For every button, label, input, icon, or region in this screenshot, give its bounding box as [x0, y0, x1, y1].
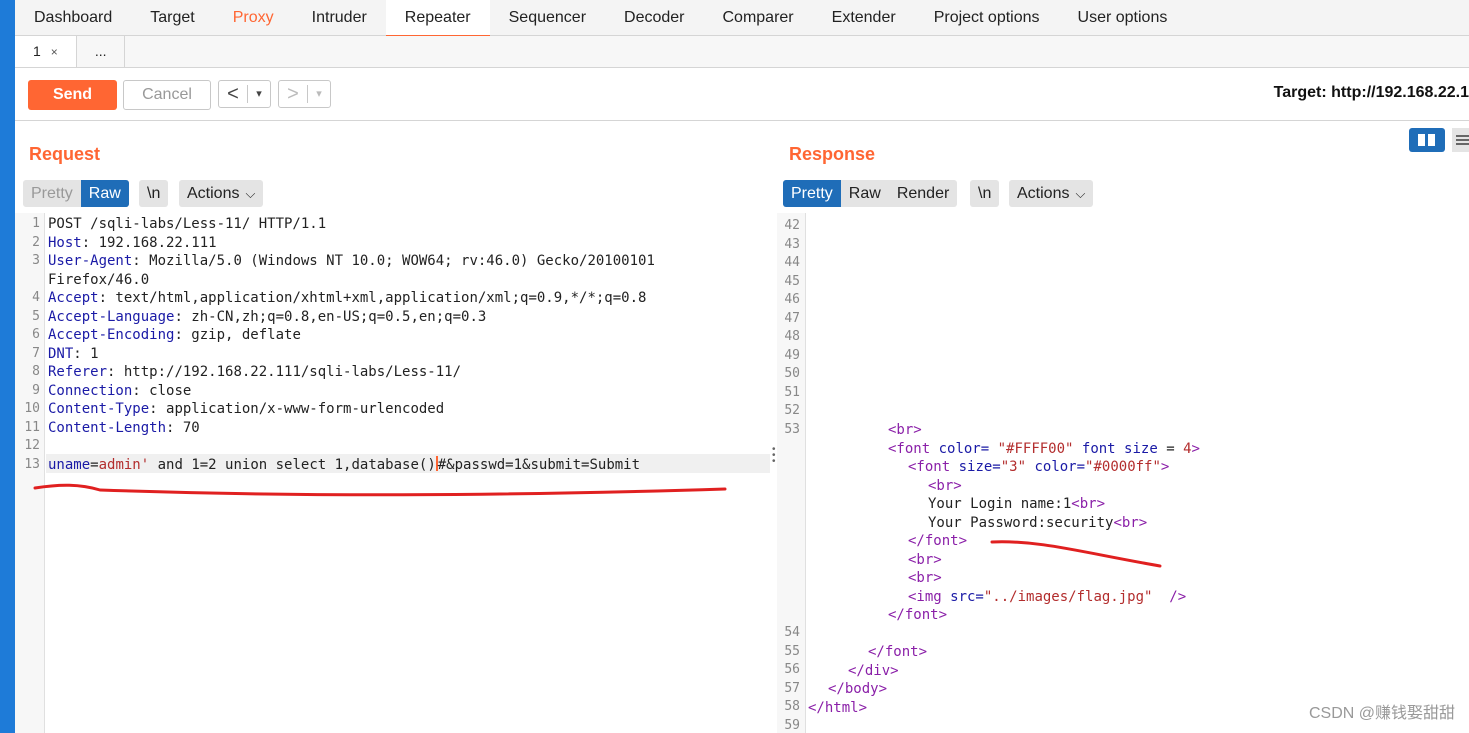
- tab-proxy[interactable]: Proxy: [214, 0, 293, 36]
- chevron-down-icon: ⌵: [1075, 186, 1086, 201]
- repeater-tab-bar: 1 × ...: [15, 36, 1469, 68]
- request-body-line[interactable]: uname=admin' and 1=2 union select 1,data…: [48, 455, 640, 474]
- tab-decoder[interactable]: Decoder: [605, 0, 703, 36]
- tab-dashboard[interactable]: Dashboard: [15, 0, 131, 36]
- response-pretty-tab[interactable]: Pretty: [783, 180, 841, 207]
- request-view-switch: Pretty Raw: [23, 180, 129, 207]
- chevron-down-icon[interactable]: ▾: [248, 82, 270, 106]
- response-title: Response: [789, 144, 876, 164]
- chevron-left-icon[interactable]: <: [219, 82, 247, 106]
- main-tab-bar: Dashboard Target Proxy Intruder Repeater…: [15, 0, 1469, 37]
- tab-user-options[interactable]: User options: [1059, 0, 1187, 36]
- panel-splitter-handle[interactable]: • • •: [772, 445, 776, 467]
- response-render-tab[interactable]: Render: [889, 180, 957, 207]
- tab-repeater[interactable]: Repeater: [385, 0, 490, 37]
- tab-intruder[interactable]: Intruder: [293, 0, 386, 36]
- request-actions-button[interactable]: Actions ⌵: [179, 180, 264, 207]
- repeater-tab-new[interactable]: ...: [76, 36, 126, 67]
- tab-comparer[interactable]: Comparer: [704, 0, 813, 36]
- target-label[interactable]: Target: http://192.168.22.1: [1274, 84, 1469, 102]
- left-edge-strip: [0, 0, 15, 733]
- tab-project-options[interactable]: Project options: [915, 0, 1059, 36]
- response-raw-tab[interactable]: Raw: [841, 180, 889, 207]
- chevron-right-icon[interactable]: >: [279, 82, 307, 106]
- response-view-switch: Pretty Raw Render: [783, 180, 958, 207]
- tab-sequencer[interactable]: Sequencer: [490, 0, 605, 36]
- request-pretty-tab[interactable]: Pretty: [23, 180, 81, 207]
- request-newline-toggle[interactable]: \n: [139, 180, 169, 207]
- response-actions-button[interactable]: Actions ⌵: [1009, 180, 1094, 207]
- history-back-control: < ▾: [218, 80, 271, 108]
- stacked-layout-icon[interactable]: [1452, 128, 1469, 152]
- tab-target[interactable]: Target: [131, 0, 213, 36]
- close-icon[interactable]: ×: [51, 45, 58, 59]
- request-raw-tab[interactable]: Raw: [80, 180, 129, 207]
- request-title: Request: [29, 144, 101, 164]
- request-code[interactable]: POST /sqli-labs/Less-11/ HTTP/1.1 Host: …: [48, 215, 655, 473]
- response-code[interactable]: <br> <font color= "#FFFF00" font size = …: [808, 421, 1200, 716]
- response-actions-label: Actions: [1017, 185, 1070, 202]
- cancel-button[interactable]: Cancel: [123, 80, 211, 110]
- history-forward-control: > ▾: [278, 80, 331, 108]
- repeater-tab-label: 1: [33, 43, 41, 59]
- send-button[interactable]: Send: [28, 80, 117, 110]
- chevron-down-icon[interactable]: ▾: [308, 82, 330, 106]
- tab-extender[interactable]: Extender: [813, 0, 915, 36]
- request-actions-label: Actions: [187, 185, 240, 202]
- chevron-down-icon: ⌵: [245, 186, 256, 201]
- side-by-side-layout-icon[interactable]: [1409, 128, 1445, 152]
- repeater-tab-1[interactable]: 1 ×: [15, 36, 77, 67]
- watermark: CSDN @赚钱娶甜甜: [1308, 705, 1455, 722]
- repeater-toolbar: Send Cancel < ▾ > ▾ Target: http://192.1…: [15, 68, 1469, 121]
- response-newline-toggle[interactable]: \n: [970, 180, 1000, 207]
